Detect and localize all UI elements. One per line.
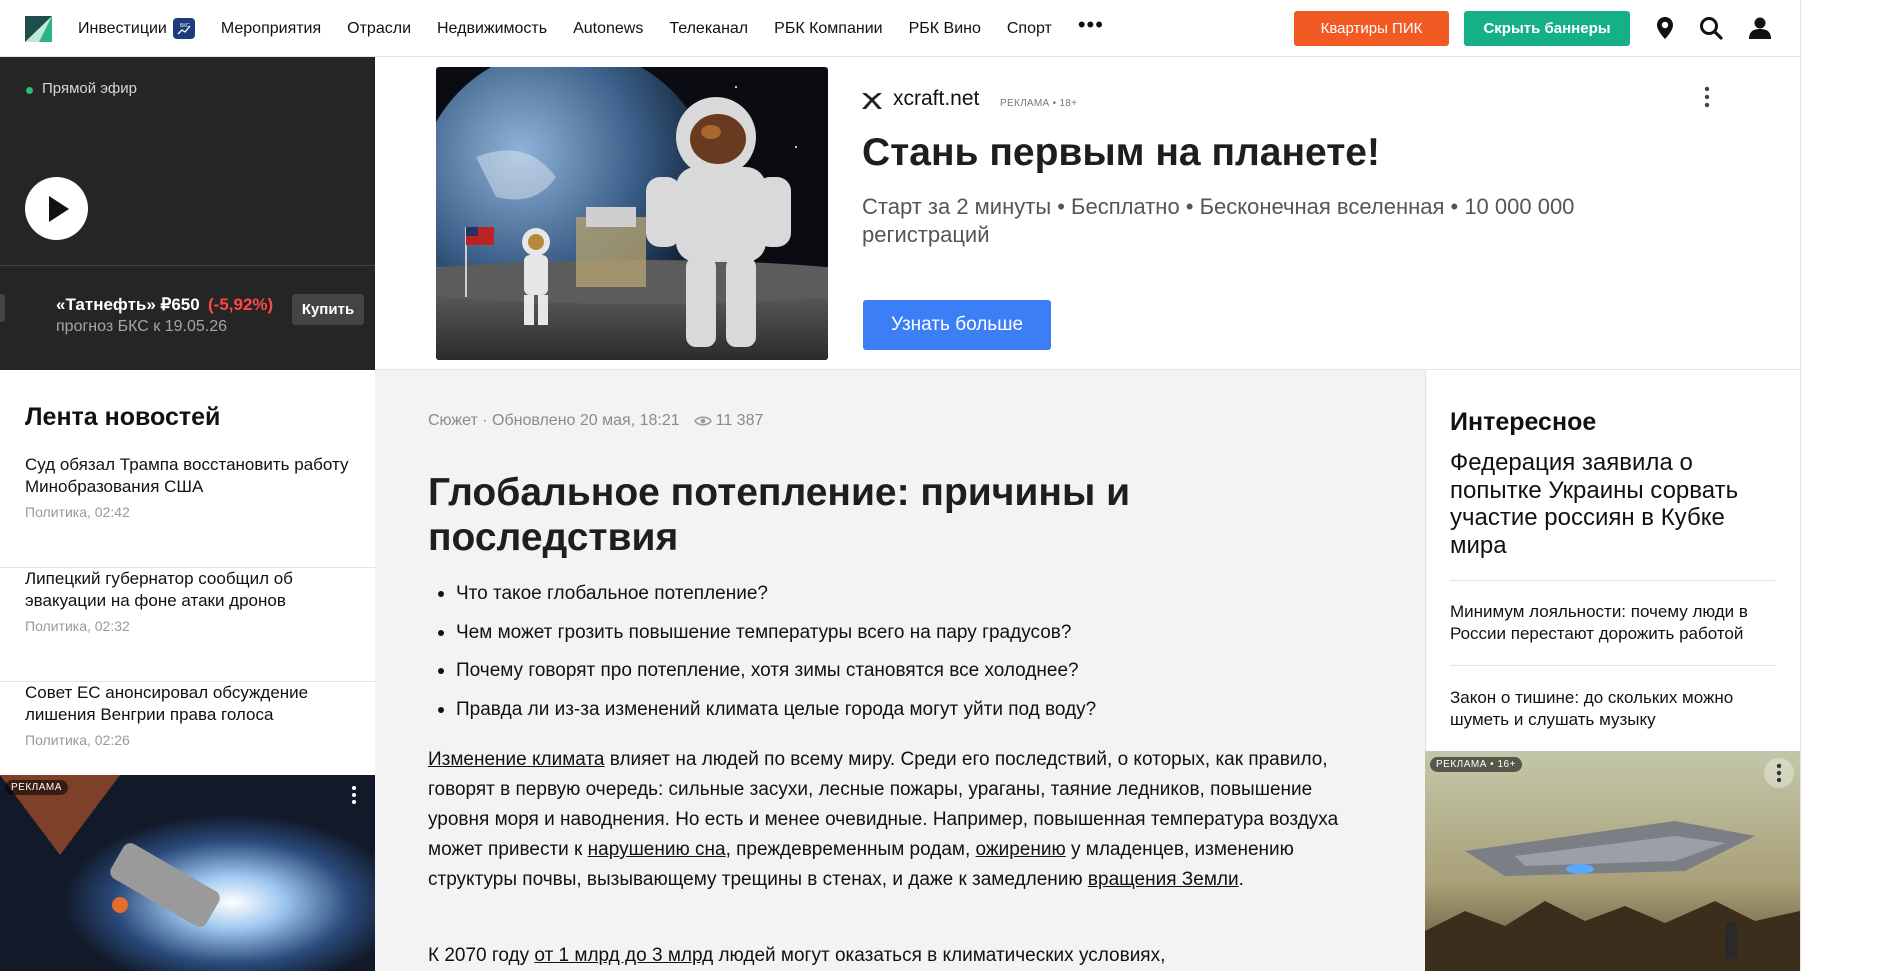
link-earth-rotation[interactable]: вращения Земли <box>1088 869 1239 890</box>
news-meta: Политика, 02:32 <box>25 618 130 634</box>
nav-item-tv[interactable]: Телеканал <box>669 20 748 38</box>
news-headline[interactable]: Липецкий губернатор сообщил об эвакуации… <box>25 568 355 612</box>
interesting-divider <box>1450 580 1775 581</box>
feed-divider <box>0 567 375 568</box>
nav-item-autonews[interactable]: Autonews <box>573 20 643 38</box>
article-paragraph: Изменение климата влияет на людей по все… <box>428 745 1378 895</box>
article-updated: Сюжет · Обновлено 20 мая, 18:21 <box>428 412 680 429</box>
play-button[interactable] <box>25 177 88 240</box>
toc-item[interactable]: Почему говорят про потепление, хотя зимы… <box>428 659 1228 682</box>
ticker-prev-handle[interactable] <box>0 294 5 322</box>
search-icon[interactable] <box>1698 15 1724 41</box>
article-title: Глобальное потепление: причины и последс… <box>428 471 1131 559</box>
news-feed-item[interactable]: Липецкий губернатор сообщил об эвакуации… <box>0 568 375 682</box>
interesting-title: Интересное <box>1450 408 1597 436</box>
ad-options-icon[interactable] <box>1700 85 1714 109</box>
live-label[interactable]: Прямой эфир <box>42 80 137 97</box>
right-banner-ad[interactable] <box>1425 751 1800 971</box>
interesting-divider <box>1450 665 1775 666</box>
article-paragraph: К 2070 году от 1 млрд до 3 млрд людей мо… <box>428 941 1378 971</box>
news-meta: Политика, 02:26 <box>25 732 130 748</box>
nav-item-wine[interactable]: РБК Вино <box>909 20 981 38</box>
paragraph-text: людей могут оказаться в климатических ус… <box>713 945 1166 966</box>
pik-apartments-button[interactable]: Квартиры ПИК <box>1294 11 1449 46</box>
page-right-gutter <box>1800 0 1901 971</box>
bcs-badge-icon: БКС <box>172 18 195 39</box>
link-sleep-disorder[interactable]: нарушению сна <box>588 839 726 860</box>
nav-item-companies[interactable]: РБК Компании <box>774 20 882 38</box>
hide-banners-button[interactable]: Скрыть баннеры <box>1464 11 1630 46</box>
xcraft-logo-icon <box>862 93 882 109</box>
paragraph-text: . <box>1238 869 1244 890</box>
nav-item-realty[interactable]: Недвижимость <box>437 20 547 38</box>
ad-label: РЕКЛАМА • 18+ <box>1000 98 1078 109</box>
news-meta: Политика, 02:42 <box>25 504 130 520</box>
toc-item[interactable]: Чем может грозить повышение температуры … <box>428 621 1228 644</box>
ad-label: РЕКЛАМА • 16+ <box>1430 757 1522 772</box>
ad-title[interactable]: Стань первым на планете! <box>862 131 1380 175</box>
buy-button[interactable]: Купить <box>292 294 364 325</box>
user-icon[interactable] <box>1747 15 1773 41</box>
live-divider <box>0 265 375 266</box>
ad-description: Старт за 2 минуты • Бесплатно • Бесконеч… <box>862 194 1575 247</box>
toc-item[interactable]: Что такое глобальное потепление? <box>428 582 1228 605</box>
article-views: 11 387 <box>715 412 764 429</box>
rbc-logo-icon[interactable] <box>25 16 52 42</box>
eye-icon <box>693 416 712 426</box>
article-meta: Сюжет · Обновлено 20 мая, 18:21 11 387 <box>428 412 763 430</box>
ticker-change: (-5,92%) <box>208 295 274 314</box>
more-menu-icon[interactable]: ••• <box>1078 12 1104 38</box>
toc-item[interactable]: Правда ли из-за изменений климата целые … <box>428 698 1228 721</box>
ticker-name[interactable]: «Татнефть» ₽650 <box>56 295 200 315</box>
left-banner-ad[interactable] <box>0 775 375 971</box>
ad-image-astronaut[interactable] <box>436 67 828 360</box>
news-feed: Лента новостей Суд обязал Трампа восстан… <box>0 370 375 775</box>
link-obesity[interactable]: ожирению <box>976 839 1066 860</box>
news-headline[interactable]: Суд обязал Трампа восстановить работу Ми… <box>25 454 355 498</box>
ad-learn-more-button[interactable]: Узнать больше <box>863 300 1051 350</box>
article-toc: Что такое глобальное потепление? Чем мож… <box>428 582 1228 736</box>
interesting-item[interactable]: Минимум лояльности: почему люди в России… <box>1450 601 1780 645</box>
interesting-item[interactable]: Закон о тишине: до скольких можно шуметь… <box>1450 687 1780 731</box>
live-indicator-dot <box>26 87 33 94</box>
location-pin-icon[interactable] <box>1652 15 1678 41</box>
feed-divider <box>0 681 375 682</box>
nav-item-label: Инвестиции <box>78 19 167 37</box>
page: Инвестиции БКС Мероприятия Отрасли Недви… <box>0 0 1901 971</box>
ad-options-icon[interactable] <box>347 783 361 807</box>
link-climate-change[interactable]: Изменение климата <box>428 749 605 770</box>
nav-item-investments[interactable]: Инвестиции БКС <box>78 18 195 39</box>
nav-item-events[interactable]: Мероприятия <box>221 20 321 38</box>
ad-label: РЕКЛАМА <box>5 780 68 795</box>
nav-item-sport[interactable]: Спорт <box>1007 20 1052 38</box>
ad-domain[interactable]: xcraft.net <box>893 87 979 111</box>
nav-item-industries[interactable]: Отрасли <box>347 20 411 38</box>
ad-options-icon[interactable] <box>1764 758 1794 788</box>
news-headline[interactable]: Совет ЕС анонсировал обсуждение лишения … <box>25 682 355 726</box>
main-nav: Инвестиции БКС Мероприятия Отрасли Недви… <box>78 0 1130 57</box>
paragraph-text: К 2070 году <box>428 945 535 966</box>
top-navigation-bar: Инвестиции БКС Мероприятия Отрасли Недви… <box>0 0 1800 57</box>
link-population-range[interactable]: от 1 млрд до 3 млрд <box>534 945 713 966</box>
interesting-lead-headline[interactable]: Федерация заявила о попытке Украины сорв… <box>1450 449 1770 559</box>
paragraph-text: , преждевременным родам, <box>725 839 976 860</box>
news-feed-item[interactable]: Суд обязал Трампа восстановить работу Ми… <box>0 454 375 568</box>
news-feed-title[interactable]: Лента новостей <box>25 403 220 432</box>
ticker-forecast: прогноз БКС к 19.05.26 <box>56 318 227 335</box>
